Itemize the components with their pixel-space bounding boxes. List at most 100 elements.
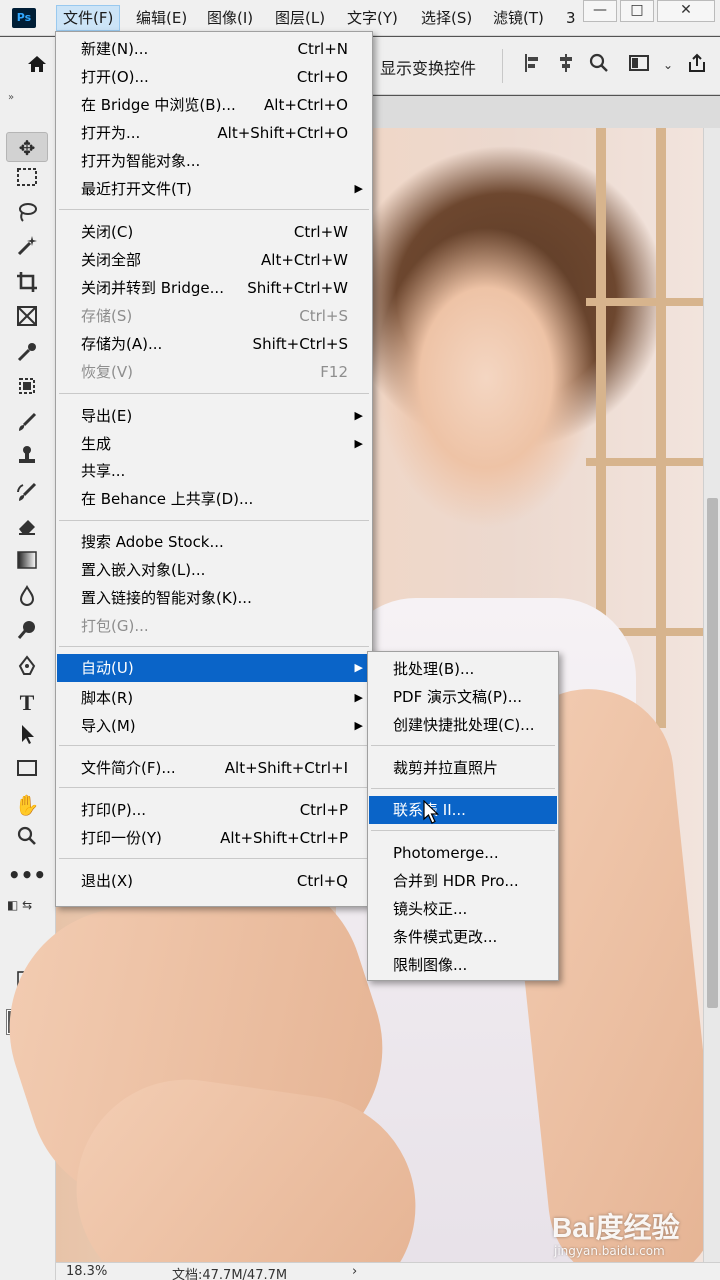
rectangle-tool-icon[interactable] bbox=[6, 756, 48, 786]
chevron-down-icon[interactable]: ⌄ bbox=[655, 52, 681, 78]
collapse-arrows-icon[interactable]: » bbox=[8, 92, 14, 103]
workspace-icon[interactable] bbox=[626, 52, 652, 78]
clone-stamp-tool-icon[interactable] bbox=[6, 444, 48, 474]
zoom-tool-icon[interactable] bbox=[6, 824, 48, 854]
menu-item-place-linked[interactable]: 置入链接的智能对象(K)... bbox=[57, 584, 371, 612]
minimize-button[interactable]: — bbox=[583, 0, 617, 22]
submenu-item-create-droplet[interactable]: 创建快捷批处理(C)... bbox=[369, 711, 557, 739]
menu-type[interactable]: 文字(Y) bbox=[341, 5, 404, 31]
marquee-tool-icon[interactable] bbox=[6, 166, 48, 196]
brush-tool-icon[interactable] bbox=[6, 410, 48, 440]
move-tool-icon[interactable]: ✥ bbox=[6, 132, 48, 162]
menu-item-print[interactable]: 打印(P)... Ctrl+P bbox=[57, 796, 371, 824]
gradient-tool-icon[interactable] bbox=[6, 548, 48, 578]
default-colors-icon[interactable]: ◧ ⇆ bbox=[7, 898, 32, 912]
share-icon[interactable] bbox=[684, 52, 710, 78]
blur-tool-icon[interactable] bbox=[6, 584, 48, 614]
close-button[interactable]: ✕ bbox=[657, 0, 715, 22]
menu-separator bbox=[59, 745, 369, 746]
watermark-brand: Bai度经验 bbox=[552, 1212, 680, 1243]
menu-item-save-as[interactable]: 存储为(A)... Shift+Ctrl+S bbox=[57, 330, 371, 358]
eraser-tool-icon[interactable] bbox=[6, 514, 48, 544]
spot-healing-tool-icon[interactable] bbox=[6, 374, 48, 404]
submenu-arrow-icon: ▶ bbox=[354, 691, 363, 704]
submenu-arrow-icon: ▶ bbox=[354, 661, 363, 674]
menu-item-search-adobe-stock[interactable]: 搜索 Adobe Stock... bbox=[57, 528, 371, 556]
crop-tool-icon[interactable] bbox=[6, 270, 48, 300]
submenu-item-lens-correction[interactable]: 镜头校正... bbox=[369, 895, 557, 923]
submenu-item-batch[interactable]: 批处理(B)... bbox=[369, 655, 557, 683]
mouse-cursor-icon bbox=[423, 799, 441, 826]
menu-item-close[interactable]: 关闭(C) Ctrl+W bbox=[57, 218, 371, 246]
menu-item-file-info[interactable]: 文件简介(F)... Alt+Shift+Ctrl+I bbox=[57, 754, 371, 782]
menu-item-close-all[interactable]: 关闭全部 Alt+Ctrl+W bbox=[57, 246, 371, 274]
menu-item-generate[interactable]: 生成 ▶ bbox=[57, 430, 371, 458]
menu-separator bbox=[59, 787, 369, 788]
menu-item-revert[interactable]: 恢复(V) F12 bbox=[57, 358, 371, 386]
home-icon[interactable] bbox=[24, 52, 50, 78]
maximize-button[interactable]: □ bbox=[620, 0, 654, 22]
menu-separator bbox=[371, 830, 555, 831]
menu-item-share-behance[interactable]: 在 Behance 上共享(D)... bbox=[57, 485, 371, 513]
vertical-scrollbar[interactable] bbox=[703, 128, 720, 1262]
submenu-item-conditional-mode-change[interactable]: 条件模式更改... bbox=[369, 923, 557, 951]
search-icon[interactable] bbox=[586, 52, 612, 78]
submenu-item-merge-hdr[interactable]: 合并到 HDR Pro... bbox=[369, 867, 557, 895]
zoom-level[interactable]: 18.3% bbox=[66, 1264, 107, 1279]
lasso-tool-icon[interactable] bbox=[6, 200, 48, 230]
menu-separator bbox=[59, 646, 369, 647]
menu-item-open-as[interactable]: 打开为... Alt+Shift+Ctrl+O bbox=[57, 119, 371, 147]
status-arrow-icon[interactable]: › bbox=[352, 1264, 357, 1279]
eyedropper-tool-icon[interactable] bbox=[6, 340, 48, 370]
submenu-item-photomerge[interactable]: Photomerge... bbox=[369, 839, 557, 867]
pen-tool-icon[interactable] bbox=[6, 654, 48, 684]
menu-select[interactable]: 选择(S) bbox=[415, 5, 478, 31]
menu-3d[interactable]: 3 bbox=[560, 5, 582, 31]
menu-item-open-smart-object[interactable]: 打开为智能对象... bbox=[57, 147, 371, 175]
menu-item-browse-bridge[interactable]: 在 Bridge 中浏览(B)... Alt+Ctrl+O bbox=[57, 91, 371, 119]
menu-item-share[interactable]: 共享... bbox=[57, 457, 371, 485]
submenu-item-fit-image[interactable]: 限制图像... bbox=[369, 951, 557, 979]
hand-tool-icon[interactable]: ✋ bbox=[6, 790, 48, 820]
scrollbar-thumb[interactable] bbox=[707, 498, 718, 1008]
frame-tool-icon[interactable] bbox=[6, 304, 48, 334]
type-tool-icon[interactable]: T bbox=[6, 688, 48, 718]
menu-item-scripts[interactable]: 脚本(R) ▶ bbox=[57, 684, 371, 712]
show-transform-controls-label[interactable]: 显示变换控件 bbox=[380, 55, 476, 79]
window-rail-decor bbox=[586, 458, 703, 466]
align-center-icon[interactable] bbox=[553, 52, 579, 78]
menu-item-open[interactable]: 打开(O)... Ctrl+O bbox=[57, 63, 371, 91]
menu-item-export[interactable]: 导出(E) ▶ bbox=[57, 402, 371, 430]
dodge-tool-icon[interactable] bbox=[6, 618, 48, 648]
align-left-icon[interactable] bbox=[520, 52, 546, 78]
menu-item-exit[interactable]: 退出(X) Ctrl+Q bbox=[57, 867, 371, 895]
magic-wand-tool-icon[interactable] bbox=[6, 234, 48, 264]
menu-separator bbox=[59, 520, 369, 521]
menu-item-automate[interactable]: 自动(U) ▶ bbox=[57, 654, 371, 682]
menu-item-package[interactable]: 打包(G)... bbox=[57, 612, 371, 640]
menu-item-print-one-copy[interactable]: 打印一份(Y) Alt+Shift+Ctrl+P bbox=[57, 824, 371, 852]
menu-item-new[interactable]: 新建(N)... Ctrl+N bbox=[57, 35, 371, 63]
menu-edit[interactable]: 编辑(E) bbox=[130, 5, 193, 31]
submenu-arrow-icon: ▶ bbox=[354, 409, 363, 422]
more-tools-icon[interactable]: ••• bbox=[6, 860, 48, 890]
menu-layer[interactable]: 图层(L) bbox=[269, 5, 331, 31]
menu-item-save[interactable]: 存储(S) Ctrl+S bbox=[57, 302, 371, 330]
photoshop-logo: Ps bbox=[12, 8, 36, 28]
menu-item-place-embedded[interactable]: 置入嵌入对象(L)... bbox=[57, 556, 371, 584]
menu-filter[interactable]: 滤镜(T) bbox=[487, 5, 550, 31]
watermark-url: jingyan.baidu.com bbox=[554, 1244, 665, 1258]
menu-item-import[interactable]: 导入(M) ▶ bbox=[57, 712, 371, 740]
submenu-arrow-icon: ▶ bbox=[354, 182, 363, 195]
path-selection-tool-icon[interactable] bbox=[6, 722, 48, 752]
submenu-item-crop-straighten[interactable]: 裁剪并拉直照片 bbox=[369, 754, 557, 782]
menu-file[interactable]: 文件(F) bbox=[56, 5, 121, 31]
menu-separator bbox=[59, 393, 369, 394]
submenu-item-pdf-presentation[interactable]: PDF 演示文稿(P)... bbox=[369, 683, 557, 711]
submenu-item-contact-sheet[interactable]: 联系表 II... bbox=[369, 796, 557, 824]
automate-submenu: 批处理(B)... PDF 演示文稿(P)... 创建快捷批处理(C)... 裁… bbox=[367, 651, 559, 981]
history-brush-tool-icon[interactable] bbox=[6, 480, 48, 510]
menu-item-close-go-bridge[interactable]: 关闭并转到 Bridge... Shift+Ctrl+W bbox=[57, 274, 371, 302]
menu-image[interactable]: 图像(I) bbox=[201, 5, 259, 31]
menu-item-recent-files[interactable]: 最近打开文件(T) ▶ bbox=[57, 175, 371, 203]
